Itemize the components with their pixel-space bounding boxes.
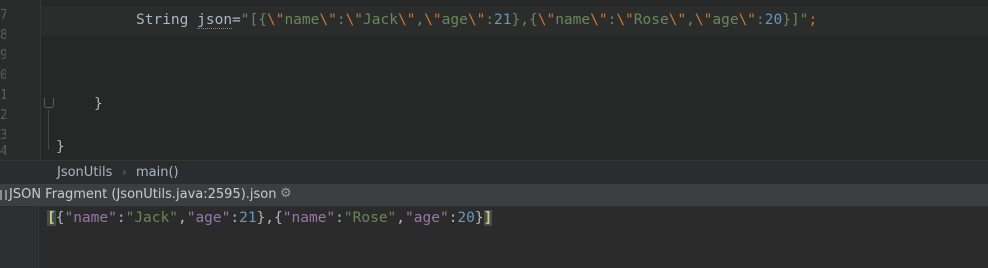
fold-end-icon[interactable] [44,98,54,108]
assign-operator: = [232,12,241,28]
matched-bracket-close: ] [483,210,493,226]
json-punct: } [474,210,484,226]
json-fragment-editor[interactable]: [{"name":"Jack","age":21},{"name":"Rose"… [0,206,988,268]
json-punct: , [177,210,187,226]
json-punct: : [230,210,240,226]
escape-sequence: \" [345,12,364,28]
variable-name: json [197,12,233,29]
json-fragment-panel-header: JSON Fragment (JsonUtils.java:2595).json… [0,184,988,206]
json-punct: },{ [256,210,283,226]
gear-icon[interactable]: ⚙ [280,186,292,201]
json-key: "age" [405,210,449,226]
string-literal-part: }]" [782,12,809,28]
escape-sequence: \" [467,12,486,28]
string-literal-part: : [756,12,765,28]
breadcrumb: JsonUtils › main() [0,160,988,185]
string-literal-part: , [686,12,695,28]
line-number: 8 [0,28,6,43]
panel-title[interactable]: JSON Fragment (JsonUtils.java:2595).json [9,187,277,202]
string-literal-part: : [485,12,495,28]
code-line-string-declaration[interactable]: String json="[{\"name\":\"Jack\",\"age\"… [136,12,818,29]
json-content-line[interactable]: [{"name":"Jack","age":21},{"name":"Rose"… [47,210,493,226]
fold-guide [48,110,49,150]
escape-sequence: \" [266,12,285,28]
method-closing-brace: } [94,96,103,112]
json-number-value: 20 [457,210,475,226]
code-editor[interactable]: 7 8 9 0 1 2 3 4 String json="[{\"name\":… [0,0,988,160]
number-literal: 20 [764,12,783,28]
type-keyword: String [136,12,189,28]
gutter-divider [40,0,41,160]
string-literal-part: age [441,12,468,28]
json-number-value: 21 [239,210,257,226]
line-number: 2 [0,108,6,123]
line-number: 4 [0,144,6,159]
breadcrumb-separator-icon: › [122,165,127,179]
escape-sequence: \" [590,12,608,28]
line-number-gutter: 7 8 9 0 1 2 3 4 [0,0,40,160]
string-literal-part: },{ [511,12,538,28]
line-number: 0 [0,68,6,83]
escape-sequence: \" [319,12,337,28]
escape-sequence: \" [397,12,416,28]
json-key: "name" [282,210,336,226]
escape-sequence: \" [738,12,757,28]
escape-sequence: \" [694,12,713,28]
line-number: 9 [0,48,6,63]
escape-sequence: \" [616,12,634,28]
escape-sequence: \" [537,12,556,28]
json-key: "name" [64,210,117,226]
matched-bracket-open: [ [47,210,56,226]
breadcrumb-class[interactable]: JsonUtils [57,165,112,180]
class-closing-brace: } [56,139,65,155]
json-string-value: "Rose" [343,210,397,226]
string-literal-part: age [712,12,739,28]
line-number: 3 [0,128,6,143]
string-literal-part: Jack [363,12,398,28]
json-string-value: "Jack" [125,210,178,226]
escape-sequence: \" [424,12,442,28]
json-gutter-divider [38,206,39,268]
string-literal-part: name [284,12,320,28]
string-literal-part: Rose [633,12,669,28]
semicolon: ; [808,12,818,28]
string-literal-part: name [555,12,591,28]
line-number: 1 [0,88,6,103]
string-literal-part: "[{ [240,12,267,28]
string-literal-part: : [336,12,346,28]
json-punct: , [396,210,406,226]
line-number: 7 [0,8,6,23]
json-punct: : [335,210,344,226]
json-punct: : [116,210,126,226]
number-literal: 21 [494,12,512,28]
json-key: "age" [186,210,231,226]
string-literal-part: , [415,12,425,28]
breadcrumb-method[interactable]: main() [136,165,179,180]
string-literal-part: : [607,12,617,28]
panel-resize-icon[interactable] [0,190,7,200]
json-gutter [0,206,38,268]
escape-sequence: \" [668,12,687,28]
